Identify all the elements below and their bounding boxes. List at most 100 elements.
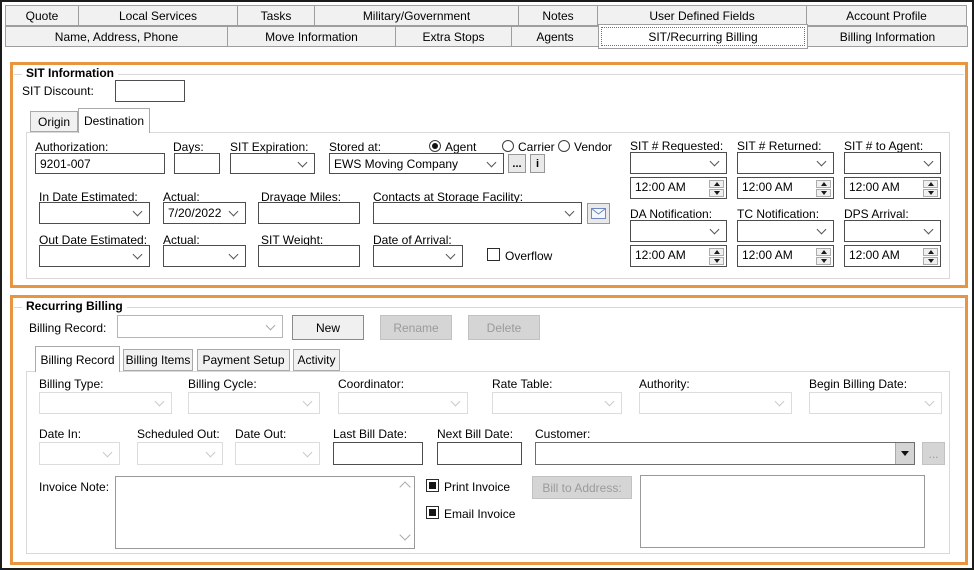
sit-requested-combo[interactable] xyxy=(630,152,727,174)
dps-arrival-time-spinner[interactable]: 12:00 AM xyxy=(844,245,941,267)
sit-returned-time-spinner[interactable]: 12:00 AM xyxy=(737,177,834,199)
sit-requested-time-spinner[interactable]: 12:00 AM xyxy=(630,177,727,199)
email-contact-button[interactable] xyxy=(587,203,610,224)
tab-name-address-phone[interactable]: Name, Address, Phone xyxy=(5,26,228,47)
sit-information-groupbox: SIT Information SIT Discount: Origin Des… xyxy=(10,62,968,288)
tab-billing-information[interactable]: Billing Information xyxy=(807,26,968,47)
tab-tasks[interactable]: Tasks xyxy=(237,5,315,26)
storage-company-info-button[interactable]: i xyxy=(530,154,545,173)
tc-notification-combo[interactable] xyxy=(737,220,834,242)
chevron-down-icon xyxy=(265,320,276,330)
begin-billing-date-combo[interactable] xyxy=(809,392,942,414)
stored-at-vendor-radio[interactable] xyxy=(558,140,570,152)
tab-quote[interactable]: Quote xyxy=(5,5,79,26)
subtab-destination[interactable]: Destination xyxy=(78,108,150,133)
days-input[interactable] xyxy=(174,153,220,174)
customer-more-button[interactable]: ... xyxy=(922,442,945,465)
overflow-checkbox[interactable] xyxy=(487,248,500,261)
scroll-up-icon[interactable] xyxy=(399,481,411,493)
billing-type-combo[interactable] xyxy=(39,392,172,414)
spin-down-button[interactable] xyxy=(816,189,831,197)
stored-at-agent-label: Agent xyxy=(445,140,477,154)
billing-record-combo[interactable] xyxy=(117,315,283,338)
spin-down-button[interactable] xyxy=(923,189,938,197)
tab-extra-stops[interactable]: Extra Stops xyxy=(395,26,512,47)
scheduled-out-combo[interactable] xyxy=(137,442,223,465)
tab-user-defined-fields[interactable]: User Defined Fields xyxy=(597,5,807,26)
authorization-input[interactable] xyxy=(35,153,165,174)
next-bill-date-input[interactable] xyxy=(437,442,522,465)
date-of-arrival-combo[interactable] xyxy=(373,245,463,267)
delete-button[interactable]: Delete xyxy=(468,315,540,340)
email-invoice-checkbox[interactable] xyxy=(426,506,439,519)
sit-expiration-combo[interactable] xyxy=(230,153,315,174)
drayage-miles-input[interactable] xyxy=(258,202,360,224)
invoice-note-input[interactable] xyxy=(115,476,415,549)
tab-local-services[interactable]: Local Services xyxy=(78,5,238,26)
tab-account-profile[interactable]: Account Profile xyxy=(806,5,967,26)
stored-at-agent-radio[interactable] xyxy=(429,140,441,152)
da-notification-combo[interactable] xyxy=(630,220,727,242)
customer-combo[interactable] xyxy=(535,442,915,465)
spin-down-button[interactable] xyxy=(709,189,724,197)
new-button[interactable]: New xyxy=(292,315,364,340)
out-date-estimated-combo[interactable] xyxy=(39,245,150,267)
tc-notification-time-spinner[interactable]: 12:00 AM xyxy=(737,245,834,267)
combo-dropdown-button[interactable] xyxy=(895,443,914,464)
chevron-down-icon xyxy=(709,156,720,167)
sit-to-agent-combo[interactable] xyxy=(844,152,941,174)
spin-up-button[interactable] xyxy=(709,248,724,256)
sit-returned-combo[interactable] xyxy=(737,152,834,174)
spin-down-button[interactable] xyxy=(709,257,724,265)
storage-company-combo[interactable]: EWS Moving Company xyxy=(329,153,504,174)
spin-up-button[interactable] xyxy=(816,248,831,256)
subtab-activity[interactable]: Activity xyxy=(293,349,340,371)
sit-to-agent-time-spinner[interactable]: 12:00 AM xyxy=(844,177,941,199)
contacts-combo[interactable] xyxy=(373,202,582,224)
bill-to-address-button[interactable]: Bill to Address: xyxy=(532,476,632,499)
sit-discount-input[interactable] xyxy=(115,80,185,102)
stored-at-carrier-label: Carrier xyxy=(518,140,555,154)
tab-military-government[interactable]: Military/Government xyxy=(314,5,519,26)
last-bill-date-input[interactable] xyxy=(333,442,423,465)
tab-agents[interactable]: Agents xyxy=(511,26,599,47)
da-notification-time-spinner[interactable]: 12:00 AM xyxy=(630,245,727,267)
bill-to-address-box[interactable] xyxy=(640,475,925,548)
authority-combo[interactable] xyxy=(639,392,792,414)
subtab-origin[interactable]: Origin xyxy=(30,111,78,132)
tab-move-information[interactable]: Move Information xyxy=(227,26,396,47)
tab-sit-recurring-billing[interactable]: SIT/Recurring Billing xyxy=(598,24,808,49)
rate-table-combo[interactable] xyxy=(492,392,622,414)
subtab-billing-items[interactable]: Billing Items xyxy=(123,349,193,371)
stored-at-carrier-radio[interactable] xyxy=(502,140,514,152)
rename-button[interactable]: Rename xyxy=(380,315,452,340)
tab-notes[interactable]: Notes xyxy=(518,5,598,26)
billing-cycle-combo[interactable] xyxy=(188,392,320,414)
dps-arrival-combo[interactable] xyxy=(844,220,941,242)
chevron-down-icon xyxy=(709,224,720,235)
storage-company-more-button[interactable]: ... xyxy=(508,154,526,173)
sit-discount-label: SIT Discount: xyxy=(22,84,94,98)
spin-up-button[interactable] xyxy=(709,180,724,188)
subtab-billing-record[interactable]: Billing Record xyxy=(35,346,120,372)
authority-label: Authority: xyxy=(639,377,690,391)
chevron-down-icon xyxy=(564,206,575,217)
spin-up-button[interactable] xyxy=(923,180,938,188)
coordinator-combo[interactable] xyxy=(338,392,468,414)
in-date-actual-combo[interactable]: 7/20/2022 xyxy=(163,202,246,224)
spin-up-button[interactable] xyxy=(816,180,831,188)
print-invoice-checkbox[interactable] xyxy=(426,479,439,492)
spin-down-button[interactable] xyxy=(923,257,938,265)
out-date-actual-combo[interactable] xyxy=(163,245,246,267)
groupbox-line xyxy=(14,307,964,308)
spin-down-button[interactable] xyxy=(816,257,831,265)
subtab-payment-setup[interactable]: Payment Setup xyxy=(197,349,290,371)
date-out-combo[interactable] xyxy=(235,442,320,465)
date-in-combo[interactable] xyxy=(39,442,120,465)
in-date-estimated-combo[interactable] xyxy=(39,202,150,224)
sit-weight-input[interactable] xyxy=(258,245,360,267)
spin-up-button[interactable] xyxy=(923,248,938,256)
scroll-down-icon[interactable] xyxy=(399,529,411,541)
sit-requested-label: SIT # Requested: xyxy=(630,139,724,153)
chevron-down-icon xyxy=(816,156,827,167)
